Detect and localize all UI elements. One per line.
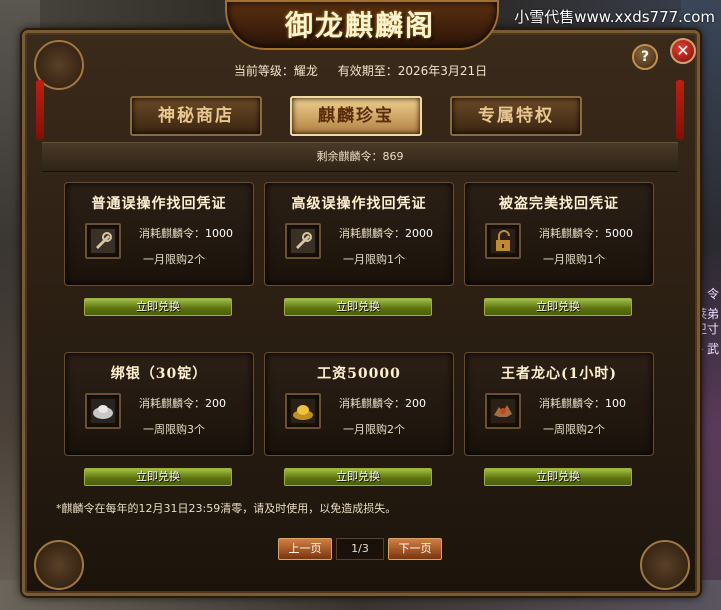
item-card: 王者龙心(1小时) 消耗麒麟令：100 一周限购2个 — [464, 352, 654, 456]
dragon-heart-icon — [485, 393, 521, 429]
corner-ornament — [34, 540, 84, 590]
item-cost: 消耗麒麟令：200 — [339, 397, 426, 410]
item-cost: 消耗麒麟令：1000 — [139, 227, 233, 240]
purchase-limit: 一月限购1个 — [543, 253, 605, 266]
item-card: 高级误操作找回凭证 消耗麒麟令：2000 一月限购1个 — [264, 182, 454, 286]
cost-value: 5000 — [605, 227, 633, 240]
side-text: - 武 — [699, 342, 719, 356]
right-tassel — [676, 80, 684, 140]
next-page-button[interactable]: 下一页 — [388, 538, 442, 560]
status-line: 当前等级：耀龙 有效期至：2026年3月21日 — [0, 62, 721, 79]
gold-ingot-icon — [285, 393, 321, 429]
watermark: 小雪代售www.xxds777.com — [514, 8, 715, 26]
item-card: 普通误操作找回凭证 消耗麒麟令：1000 一月限购2个 — [64, 182, 254, 286]
redeem-button[interactable]: 立即兑换 — [284, 468, 432, 486]
redeem-button[interactable]: 立即兑换 — [84, 298, 232, 316]
redeem-button[interactable]: 立即兑换 — [84, 468, 232, 486]
item-grid: 普通误操作找回凭证 消耗麒麟令：1000 一月限购2个 立即兑换 高级误操作找回… — [42, 172, 678, 532]
tab-qilin-treasure[interactable]: 麒麟珍宝 — [290, 96, 422, 136]
left-tassel — [36, 80, 44, 140]
repair-tool-icon — [85, 223, 121, 259]
cost-value: 100 — [605, 397, 626, 410]
page-indicator: 1/3 — [336, 538, 384, 560]
repair-tool-icon — [285, 223, 321, 259]
purchase-limit: 一月限购2个 — [343, 423, 405, 436]
item-card: 工资50000 消耗麒麟令：200 一月限购2个 — [264, 352, 454, 456]
item-title: 工资50000 — [317, 366, 401, 382]
redeem-button[interactable]: 立即兑换 — [284, 298, 432, 316]
item-cost: 消耗麒麟令：5000 — [539, 227, 633, 240]
cost-value: 200 — [405, 397, 426, 410]
item-title: 普通误操作找回凭证 — [91, 196, 227, 212]
remaining-balance: 剩余麒麟令：869 — [42, 142, 678, 172]
pagination: 上一页 1/3 下一页 — [278, 538, 442, 560]
purchase-limit: 一月限购2个 — [143, 253, 205, 266]
purchase-limit: 一月限购1个 — [343, 253, 405, 266]
purchase-limit: 一周限购2个 — [543, 423, 605, 436]
item-title: 被盗完美找回凭证 — [499, 196, 619, 212]
item-title: 王者龙心(1小时) — [501, 366, 617, 382]
reset-notice: *麒麟令在每年的12月31日23:59清零，请及时使用，以免造成损失。 — [56, 502, 397, 515]
silver-ingot-icon — [85, 393, 121, 429]
item-cost: 消耗麒麟令：2000 — [339, 227, 433, 240]
redeem-button[interactable]: 立即兑换 — [484, 468, 632, 486]
expiry-date: 有效期至：2026年3月21日 — [337, 64, 488, 78]
close-button[interactable]: ✕ — [670, 38, 696, 64]
item-card: 绑银（30锭） 消耗麒麟令：200 一周限购3个 — [64, 352, 254, 456]
current-level: 当前等级：耀龙 — [233, 64, 318, 78]
item-cost: 消耗麒麟令：100 — [539, 397, 626, 410]
tab-bar: 神秘商店 麒麟珍宝 专属特权 — [130, 96, 582, 136]
item-cost: 消耗麒麟令：200 — [139, 397, 226, 410]
unlocked-padlock-icon — [485, 223, 521, 259]
prev-page-button[interactable]: 上一页 — [278, 538, 332, 560]
tab-mystery-shop[interactable]: 神秘商店 — [130, 96, 262, 136]
item-card: 被盗完美找回凭证 消耗麒麟令：5000 一月限购1个 — [464, 182, 654, 286]
purchase-limit: 一周限购3个 — [143, 423, 205, 436]
close-icon: ✕ — [676, 41, 690, 60]
cost-value: 2000 — [405, 227, 433, 240]
tab-exclusive-privilege[interactable]: 专属特权 — [450, 96, 582, 136]
item-title: 绑银（30锭） — [110, 366, 208, 382]
redeem-button[interactable]: 立即兑换 — [484, 298, 632, 316]
item-title: 高级误操作找回凭证 — [291, 196, 427, 212]
corner-ornament — [640, 540, 690, 590]
cost-value: 200 — [205, 397, 226, 410]
cost-value: 1000 — [205, 227, 233, 240]
window-title: 御龙麒麟阁 — [284, 9, 435, 42]
side-text: 令 — [706, 287, 719, 301]
